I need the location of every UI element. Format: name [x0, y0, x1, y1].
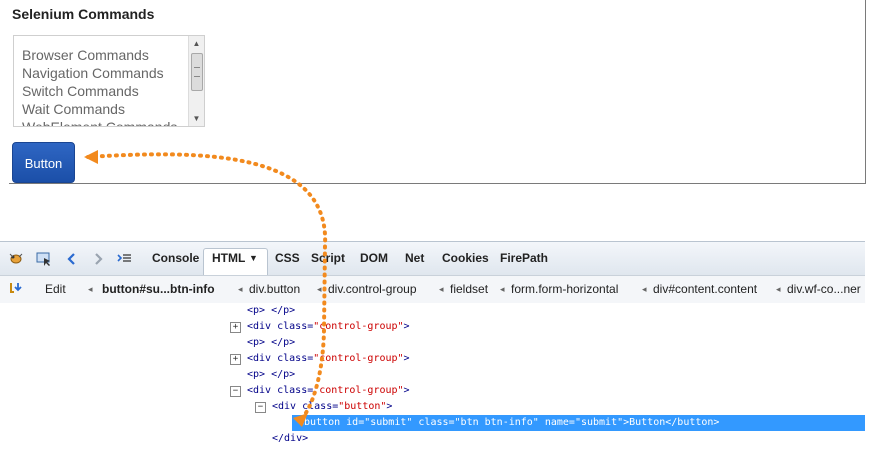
breadcrumb-separator-icon: ◂ — [439, 284, 444, 294]
firebug-icon[interactable] — [7, 250, 25, 268]
scroll-thumb[interactable] — [191, 53, 203, 91]
collapse-node-icon[interactable]: − — [255, 402, 266, 413]
html-node[interactable]: <div class="control-group"> — [247, 353, 410, 364]
tab-html[interactable]: HTML — [212, 251, 245, 265]
scroll-down-arrow-icon[interactable]: ▼ — [189, 111, 204, 126]
tab-firepath[interactable]: FirePath — [500, 251, 548, 265]
firebug-tab-bar: Console HTML ▼ CSS Script DOM Net Cookie… — [0, 241, 865, 277]
break-on-mutate-icon[interactable] — [7, 280, 25, 298]
breadcrumb-separator-icon: ◂ — [500, 284, 505, 294]
html-node[interactable]: <div class="control-group"> — [247, 385, 410, 396]
list-item[interactable]: WebElement Commands — [22, 118, 177, 126]
tab-dom[interactable]: DOM — [360, 251, 388, 265]
tab-net[interactable]: Net — [405, 251, 424, 265]
inspect-element-icon[interactable] — [35, 250, 53, 268]
page-title: Selenium Commands — [12, 6, 155, 22]
screenshot: Selenium Commands Browser Commands Navig… — [0, 0, 881, 463]
tab-cookies[interactable]: Cookies — [442, 251, 489, 265]
breadcrumb-item[interactable]: form.form-horizontal — [511, 282, 618, 296]
command-line-icon[interactable] — [116, 250, 134, 268]
collapse-node-icon[interactable]: − — [230, 386, 241, 397]
selected-html-node[interactable]: <button id="submit" class="btn btn-info"… — [292, 415, 865, 431]
listbox-scrollbar[interactable]: ▲ ▼ — [188, 36, 204, 126]
breadcrumb-item[interactable]: div.wf-co...ner — [787, 282, 861, 296]
expand-node-icon[interactable]: + — [230, 322, 241, 333]
breadcrumb-item[interactable]: div#content.content — [653, 282, 757, 296]
back-arrow-icon[interactable] — [63, 250, 81, 268]
breadcrumb-separator-icon: ◂ — [642, 284, 647, 294]
breadcrumb-scroll-left-icon[interactable]: ◂ — [88, 284, 93, 295]
tab-script[interactable]: Script — [311, 251, 345, 265]
html-node[interactable]: </div> — [272, 433, 308, 444]
commands-listbox[interactable]: Browser Commands Navigation Commands Swi… — [13, 35, 205, 127]
list-item[interactable]: Navigation Commands — [22, 64, 177, 82]
html-node[interactable]: <div class="control-group"> — [247, 321, 410, 332]
breadcrumb-separator-icon: ◂ — [776, 284, 781, 294]
tab-css[interactable]: CSS — [275, 251, 300, 265]
breadcrumb-item[interactable]: div.button — [249, 282, 300, 296]
breadcrumb-item[interactable]: fieldset — [450, 282, 488, 296]
breadcrumb-item[interactable]: div.control-group — [328, 282, 417, 296]
tab-dropdown-icon[interactable]: ▼ — [249, 253, 258, 263]
html-node[interactable]: <p> </p> — [247, 369, 295, 380]
breadcrumb-item[interactable]: button#su...btn-info — [102, 282, 215, 296]
html-tree-view: <p> </p> + <div class="control-group"> <… — [0, 303, 865, 463]
breadcrumb-separator-icon: ◂ — [238, 284, 243, 294]
html-node[interactable]: <p> </p> — [247, 305, 295, 316]
firebug-panel: Console HTML ▼ CSS Script DOM Net Cookie… — [0, 241, 865, 463]
breadcrumb-separator-icon: ◂ — [317, 284, 322, 294]
firebug-toolbar: Edit ◂ button#su...btn-info ◂ div.button… — [0, 275, 865, 304]
list-item[interactable]: Browser Commands — [22, 46, 177, 64]
html-node[interactable]: <p> </p> — [247, 337, 295, 348]
submit-button[interactable]: Button — [12, 142, 75, 183]
html-node[interactable]: <div class="button"> — [272, 401, 392, 412]
edit-button[interactable]: Edit — [45, 282, 66, 296]
list-item[interactable]: Wait Commands — [22, 100, 177, 118]
scroll-up-arrow-icon[interactable]: ▲ — [189, 36, 204, 51]
list-item[interactable]: Switch Commands — [22, 82, 177, 100]
forward-arrow-icon[interactable] — [89, 250, 107, 268]
tab-console[interactable]: Console — [152, 251, 199, 265]
expand-node-icon[interactable]: + — [230, 354, 241, 365]
